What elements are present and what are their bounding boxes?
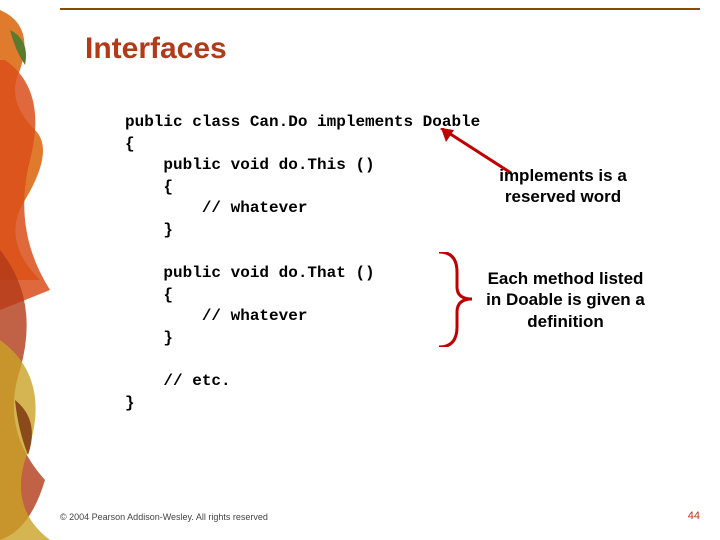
code-block: public class Can.Do implements Doable { … [125, 112, 480, 414]
header-divider [60, 8, 700, 10]
annotation-reserved-word: implements is a reserved word [478, 165, 648, 208]
slide-title: Interfaces [85, 32, 227, 66]
annotation-method-definition: Each method listed in Doable is given a … [478, 268, 653, 332]
slide-number: 44 [688, 510, 700, 522]
decorative-leaf-strip [0, 0, 55, 540]
copyright-footer: © 2004 Pearson Addison-Wesley. All right… [60, 512, 268, 522]
